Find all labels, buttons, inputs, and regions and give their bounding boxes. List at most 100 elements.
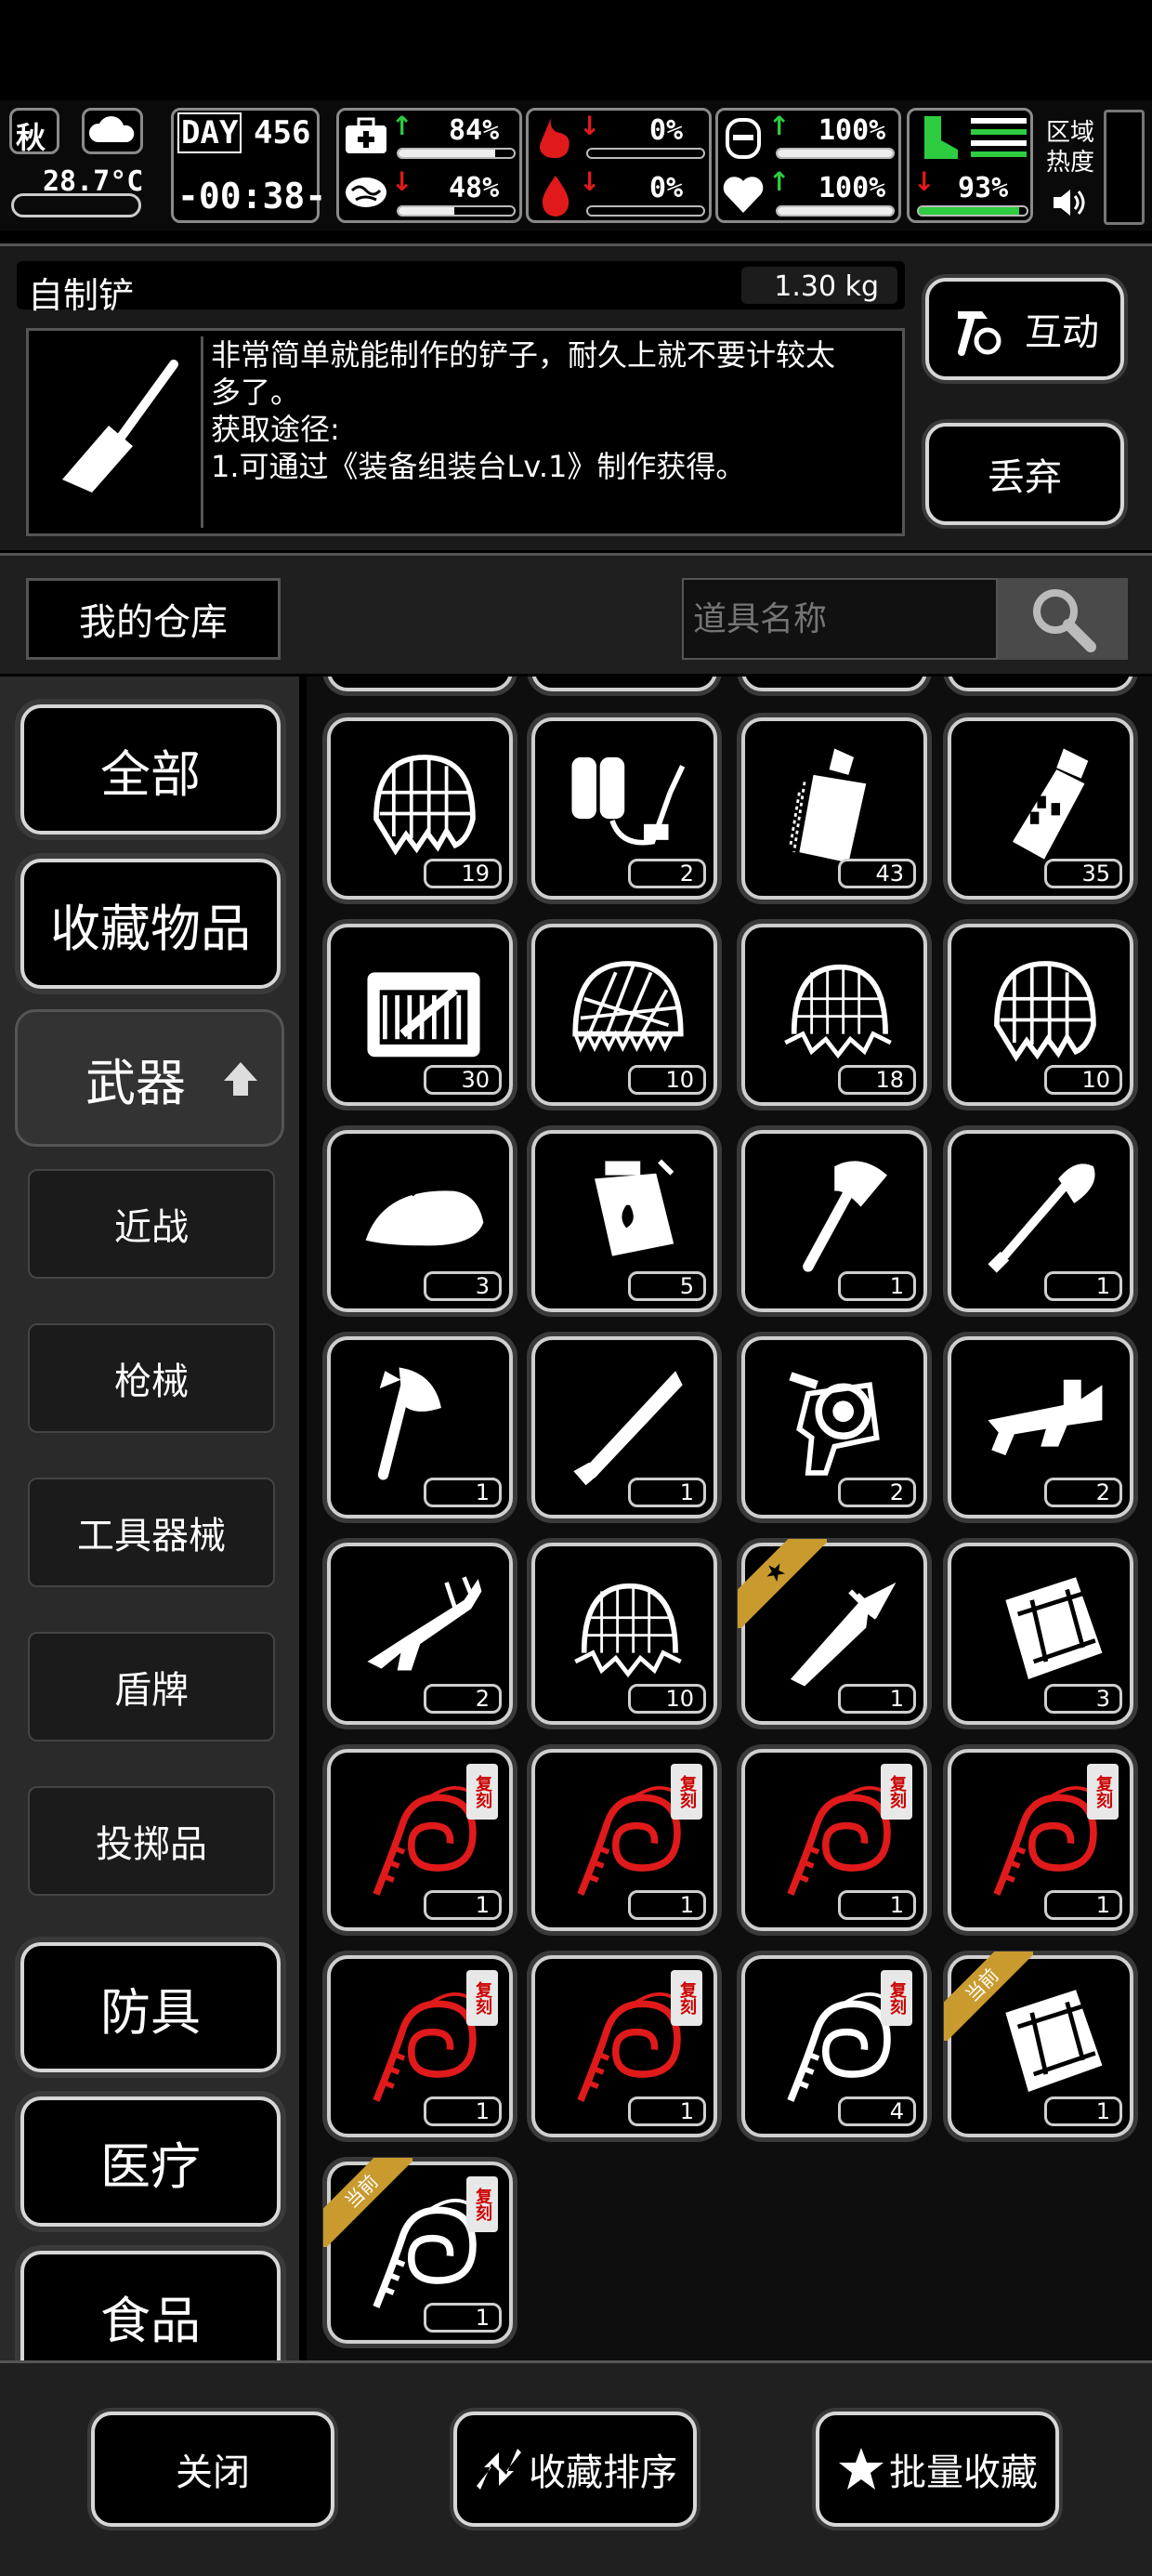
replica-tag: 复刻: [466, 1970, 498, 2026]
machete-icon: [573, 1371, 683, 1486]
item-slot[interactable]: 2: [531, 717, 717, 900]
item-count: 1: [424, 1890, 502, 1920]
item-name-bar: 自制铲 1.30 kg: [17, 261, 905, 316]
status-bar: 秋 28.7°C DAY 456 -00:38- ↑ 84% ↓ 48% ↓ 0…: [0, 100, 1152, 230]
item-slot[interactable]: 复刻 4: [741, 1955, 927, 2137]
subcategory-throwables[interactable]: 投掷品: [28, 1786, 275, 1896]
current-ribbon: 当前: [944, 1952, 1033, 2041]
discard-button[interactable]: 丢弃: [925, 423, 1124, 525]
item-slot[interactable]: 43: [741, 717, 927, 900]
close-button[interactable]: 关闭: [91, 2412, 334, 2527]
hunger-bar: [586, 148, 705, 159]
item-slot[interactable]: 18: [741, 924, 927, 1106]
replica-tag: 复刻: [881, 1764, 912, 1820]
item-count: 10: [628, 1065, 706, 1095]
item-count: 5: [628, 1271, 706, 1301]
season-label: 秋: [16, 120, 46, 155]
item-search-input[interactable]: [682, 578, 998, 660]
item-slot[interactable]: 2: [741, 1336, 927, 1518]
chainsaw-grenade-icon: [789, 748, 867, 863]
replica-tag: 复刻: [466, 2176, 498, 2232]
item-slot[interactable]: 2: [948, 1336, 1133, 1518]
item-count: 10: [628, 1684, 706, 1714]
trend-down-icon: ↓: [391, 166, 413, 197]
item-slot[interactable]: 当前 1: [944, 1952, 1133, 2137]
item-count: 1: [628, 1890, 706, 1920]
item-slot[interactable]: 10: [948, 924, 1133, 1106]
item-slot-partial[interactable]: [327, 677, 513, 691]
item-slot-partial[interactable]: [741, 677, 927, 691]
bottom-action-bar: 关闭 收藏排序 批量收藏: [0, 2360, 1152, 2576]
item-slot[interactable]: 2: [327, 1543, 513, 1725]
item-slot[interactable]: 复刻 1: [327, 1749, 513, 1931]
weather-cloud-icon: [82, 108, 143, 154]
item-slot[interactable]: 复刻 当前 1: [323, 2158, 513, 2344]
spider-net-icon: [784, 964, 892, 1059]
trend-up-icon: ↑: [768, 166, 791, 197]
item-slot[interactable]: 10: [531, 1543, 717, 1725]
category-food[interactable]: 食品: [20, 2251, 281, 2360]
category-favorites[interactable]: 收藏物品: [20, 859, 281, 989]
item-slot[interactable]: 1: [531, 1336, 717, 1518]
replica-tag: 复刻: [671, 1970, 702, 2026]
category-all[interactable]: 全部: [20, 704, 281, 835]
item-slot-partial[interactable]: [948, 677, 1133, 691]
interact-button[interactable]: 互动: [925, 278, 1124, 380]
current-ribbon: 当前: [323, 2158, 412, 2247]
item-slot[interactable]: 复刻 1: [741, 1749, 927, 1931]
current-label: 当前: [323, 2158, 412, 2247]
trend-down-icon: ↓: [579, 111, 601, 141]
heart-value: 100%: [818, 172, 886, 204]
my-warehouse-tab[interactable]: 我的仓库: [26, 578, 281, 660]
subcategory-shields[interactable]: 盾牌: [28, 1632, 275, 1741]
sort-favorites-button[interactable]: 收藏排序: [453, 2412, 697, 2527]
item-count: 30: [424, 1065, 502, 1095]
water-drop-icon: [542, 176, 569, 217]
item-slot[interactable]: 复刻 1: [531, 1749, 717, 1931]
item-slot[interactable]: ★ 1: [738, 1539, 927, 1725]
day-count: 456: [254, 114, 311, 151]
item-count: 2: [628, 859, 706, 888]
category-weapons[interactable]: 武器: [15, 1009, 284, 1147]
subcategory-melee[interactable]: 近战: [28, 1169, 275, 1279]
category-medical[interactable]: 医疗: [20, 2096, 281, 2227]
item-slot[interactable]: 复刻 1: [948, 1749, 1133, 1931]
batch-favorite-button[interactable]: 批量收藏: [816, 2412, 1059, 2527]
item-slot[interactable]: 复刻 1: [327, 1955, 513, 2137]
subcategory-firearms[interactable]: 枪械: [28, 1323, 275, 1433]
speaker-icon[interactable]: [1050, 184, 1087, 221]
item-slot[interactable]: 30: [327, 924, 513, 1106]
item-grid: 19 2 43 35 30 10 18 10 3 5 1 1 1 1 2 2 2 10 ★ 1 3 复刻 1 复刻 1 复刻 1 复刻…: [307, 677, 1152, 2360]
shovel-icon: [988, 1163, 1095, 1273]
stat-panel-stamina: ↓ 93%: [907, 108, 1033, 223]
bladder-bar: [776, 148, 895, 159]
item-slot[interactable]: 复刻 1: [531, 1955, 717, 2137]
interact-label: 互动: [1025, 311, 1099, 354]
subcategory-tools[interactable]: 工具器械: [28, 1478, 275, 1587]
temperature-readout: 28.7°C: [43, 165, 144, 198]
item-slot[interactable]: 3: [948, 1543, 1133, 1725]
item-slot[interactable]: 1: [741, 1130, 927, 1312]
item-name: 自制铲: [28, 275, 135, 316]
item-weight: 1.30 kg: [774, 270, 879, 303]
trend-down-icon: ↓: [579, 166, 601, 197]
item-count: 4: [838, 2096, 916, 2126]
category-armor[interactable]: 防具: [20, 1942, 281, 2072]
item-slot-partial[interactable]: [531, 677, 717, 691]
item-slot[interactable]: 5: [531, 1130, 717, 1312]
explosive-pack-icon: [595, 1159, 674, 1256]
item-slot[interactable]: 1: [327, 1336, 513, 1518]
thirst-value: 0%: [649, 172, 684, 204]
item-count: 10: [1044, 1065, 1122, 1095]
item-slot[interactable]: 19: [327, 717, 513, 900]
replica-tag: 复刻: [466, 1764, 498, 1820]
trend-up-icon: ↑: [391, 111, 413, 141]
flamethrower-icon: [571, 756, 686, 846]
item-slot[interactable]: 35: [948, 717, 1133, 900]
item-slot[interactable]: 3: [327, 1130, 513, 1312]
zone-heat[interactable]: 区域 热度: [1046, 113, 1096, 225]
item-slot[interactable]: 1: [948, 1130, 1133, 1312]
search-button[interactable]: [998, 578, 1128, 660]
item-slot[interactable]: 10: [531, 924, 717, 1106]
current-label: 当前: [944, 1952, 1033, 2041]
